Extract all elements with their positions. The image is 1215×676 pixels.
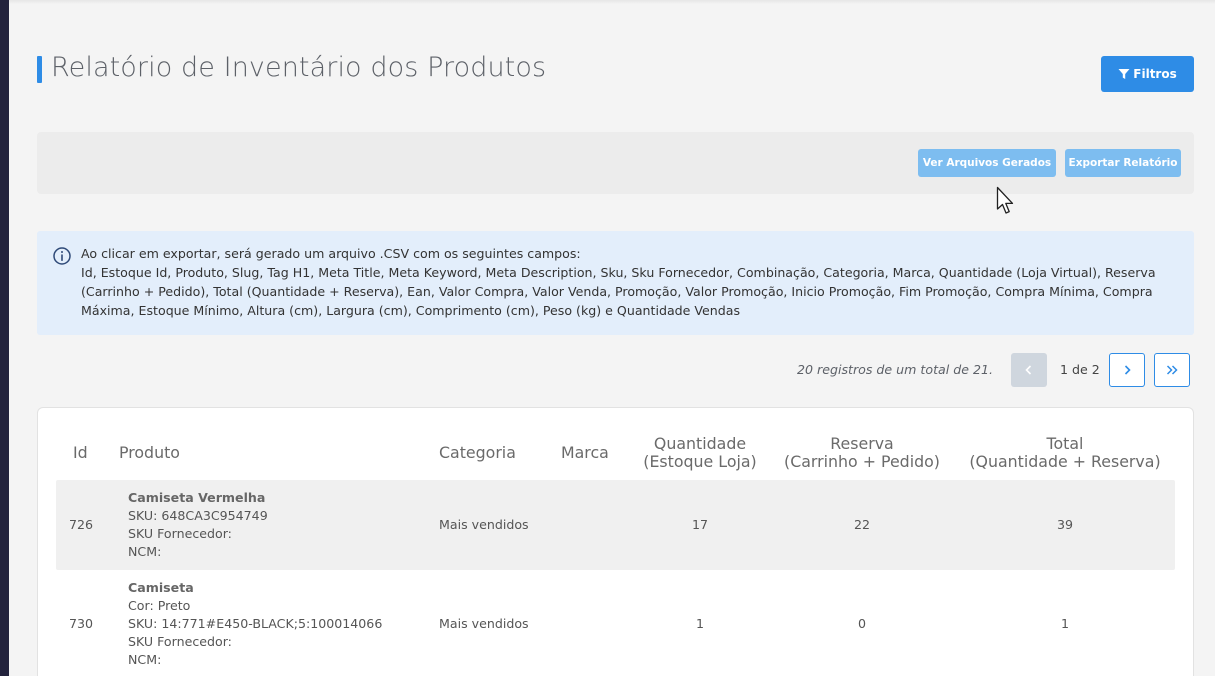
row-categoria: Mais vendidos [439, 517, 529, 532]
product-sku-fornecedor: SKU Fornecedor: [128, 526, 232, 541]
column-header-reserva-sub: (Carrinho + Pedido) [784, 452, 940, 471]
column-header-reserva: Reserva (Carrinho + Pedido) [777, 435, 947, 471]
column-header-produto: Produto [119, 443, 180, 462]
column-header-quantidade-sub: (Estoque Loja) [643, 452, 757, 471]
product-ncm: NCM: [128, 652, 162, 667]
mouse-cursor-icon [996, 186, 1014, 214]
product-name: Camiseta [128, 580, 194, 595]
page-title: Relatório de Inventário dos Produtos [51, 52, 547, 83]
info-text: Ao clicar em exportar, será gerado um ar… [81, 244, 1166, 320]
page-indicator: 1 de 2 [1060, 362, 1100, 377]
column-header-total: Total (Quantidade + Reserva) [960, 435, 1170, 471]
column-header-total-sub: (Quantidade + Reserva) [969, 452, 1161, 471]
filter-icon [1118, 69, 1130, 79]
row-total: 39 [1056, 517, 1074, 532]
info-fields: Id, Estoque Id, Produto, Slug, Tag H1, M… [81, 265, 1156, 318]
row-categoria: Mais vendidos [439, 616, 529, 631]
row-quantidade: 17 [691, 517, 709, 532]
chevron-left-icon [1025, 365, 1032, 375]
column-header-total-title: Total [1046, 434, 1084, 453]
product-ncm: NCM: [128, 544, 162, 559]
records-summary: 20 registros de um total de 21. [797, 362, 993, 377]
double-chevron-right-icon [1166, 365, 1178, 375]
row-total: 1 [1060, 616, 1069, 631]
row-reserva: 22 [853, 517, 871, 532]
product-name: Camiseta Vermelha [128, 490, 266, 505]
column-header-marca: Marca [561, 443, 609, 462]
column-header-quantidade: Quantidade (Estoque Loja) [630, 435, 770, 471]
product-cell: Camiseta Vermelha SKU: 648CA3C954749 SKU… [128, 489, 268, 561]
product-sku-fornecedor: SKU Fornecedor: [128, 634, 232, 649]
previous-page-button[interactable] [1011, 353, 1047, 387]
title-accent-bar [37, 56, 42, 83]
column-header-id: Id [73, 443, 88, 462]
product-sku: SKU: 14:771#E450-BLACK;5:100014066 [128, 616, 383, 631]
view-generated-files-button[interactable]: Ver Arquivos Gerados [918, 149, 1056, 177]
product-cell: Camiseta Cor: Preto SKU: 14:771#E450-BLA… [128, 579, 382, 669]
product-sku: SKU: 648CA3C954749 [128, 508, 268, 523]
column-header-reserva-title: Reserva [830, 434, 894, 453]
row-id: 726 [69, 517, 94, 532]
sidebar-edge [0, 0, 9, 676]
info-intro: Ao clicar em exportar, será gerado um ar… [81, 246, 581, 261]
info-icon [53, 247, 71, 265]
row-id: 730 [69, 616, 94, 631]
export-report-button[interactable]: Exportar Relatório [1065, 149, 1181, 177]
row-reserva: 0 [857, 616, 866, 631]
chevron-right-icon [1124, 365, 1131, 375]
row-quantidade: 1 [695, 616, 704, 631]
filters-button-label: Filtros [1133, 67, 1177, 81]
top-shadow [9, 0, 1215, 4]
filters-button[interactable]: Filtros [1101, 56, 1194, 92]
column-header-quantidade-title: Quantidade [653, 434, 747, 453]
product-color: Cor: Preto [128, 598, 191, 613]
next-page-button[interactable] [1109, 353, 1145, 387]
last-page-button[interactable] [1154, 353, 1190, 387]
column-header-categoria: Categoria [439, 443, 516, 462]
